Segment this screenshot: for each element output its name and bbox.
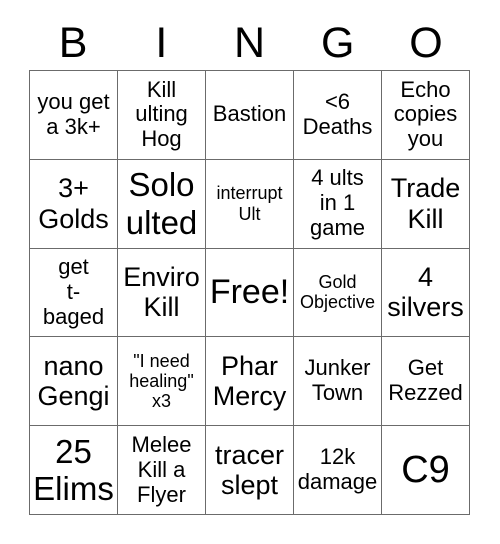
- bingo-cell-label: 3+ Golds: [38, 173, 109, 234]
- bingo-card: B I N G O you get a 3k+ Kill ulting Hog …: [0, 0, 500, 544]
- bingo-cell-label: Free!: [209, 273, 290, 312]
- bingo-cell-i3[interactable]: Enviro Kill: [118, 248, 206, 338]
- bingo-header-letter-i: I: [155, 18, 168, 67]
- bingo-cell-label: Enviro Kill: [123, 261, 200, 323]
- bingo-cell-label: nano Gengi: [37, 350, 110, 412]
- bingo-header-letter-g: G: [320, 18, 355, 67]
- bingo-cell-label: get t- baged: [42, 254, 105, 329]
- bingo-cell-n1[interactable]: Bastion: [206, 71, 294, 160]
- bingo-cell-g4[interactable]: Junker Town: [294, 337, 382, 427]
- bingo-cell-b5[interactable]: 25 Elims: [30, 426, 118, 515]
- bingo-cell-o2[interactable]: Trade Kill: [382, 159, 470, 249]
- bingo-cell-o4[interactable]: Get Rezzed: [382, 337, 470, 427]
- bingo-cell-label: Kill ulting Hog: [135, 76, 188, 152]
- bingo-cell-label: interrupt Ult: [216, 183, 283, 224]
- bingo-cell-g1[interactable]: <6 Deaths: [294, 71, 382, 160]
- bingo-cell-i5[interactable]: Melee Kill a Flyer: [118, 426, 206, 515]
- bingo-cell-label: Solo ulted: [125, 166, 198, 241]
- bingo-cell-b4[interactable]: nano Gengi: [30, 337, 118, 427]
- bingo-cell-b1[interactable]: you get a 3k+: [30, 71, 118, 160]
- bingo-cell-label: 25 Elims: [33, 432, 114, 508]
- bingo-grid: you get a 3k+ Kill ulting Hog Bastion <6…: [29, 70, 470, 515]
- bingo-cell-b3[interactable]: get t- baged: [30, 248, 118, 338]
- bingo-cell-n2[interactable]: interrupt Ult: [206, 159, 294, 249]
- bingo-cell-label: 12k damage: [297, 444, 378, 495]
- bingo-cell-label: "I need healing" x3: [129, 350, 194, 412]
- bingo-cell-label: Trade Kill: [390, 173, 461, 234]
- bingo-cell-label: Get Rezzed: [388, 355, 463, 406]
- bingo-cell-label: tracer slept: [214, 439, 285, 501]
- bingo-cell-label: 4 silvers: [387, 261, 464, 323]
- bingo-header-letter-o: O: [409, 18, 443, 67]
- bingo-cell-g5[interactable]: 12k damage: [294, 426, 382, 515]
- bingo-cell-label: Melee Kill a Flyer: [131, 431, 192, 507]
- bingo-cell-label: Echo copies you: [393, 76, 458, 152]
- bingo-cell-n4[interactable]: Phar Mercy: [206, 337, 294, 427]
- bingo-cell-g2[interactable]: 4 ults in 1 game: [294, 159, 382, 249]
- bingo-cell-n5[interactable]: tracer slept: [206, 426, 294, 515]
- bingo-cell-label: C9: [401, 448, 450, 491]
- bingo-cell-o5[interactable]: C9: [382, 426, 470, 515]
- bingo-cell-label: <6 Deaths: [302, 89, 373, 139]
- bingo-cell-label: 4 ults in 1 game: [309, 165, 366, 241]
- bingo-cell-i2[interactable]: Solo ulted: [118, 159, 206, 249]
- bingo-cell-i1[interactable]: Kill ulting Hog: [118, 71, 206, 160]
- bingo-cell-label: Phar Mercy: [212, 350, 287, 412]
- bingo-header-letter-n: N: [233, 18, 266, 67]
- bingo-cell-label: Gold Objective: [299, 272, 376, 313]
- bingo-cell-g3[interactable]: Gold Objective: [294, 248, 382, 338]
- bingo-cell-o3[interactable]: 4 silvers: [382, 248, 470, 338]
- bingo-header-letter-b: B: [58, 18, 88, 67]
- bingo-cell-i4[interactable]: "I need healing" x3: [118, 337, 206, 427]
- bingo-cell-label: Bastion: [212, 101, 287, 127]
- bingo-cell-b2[interactable]: 3+ Golds: [30, 159, 118, 249]
- bingo-cell-label: Junker Town: [304, 355, 371, 406]
- bingo-cell-label: you get a 3k+: [37, 89, 110, 139]
- bingo-header: B I N G O: [29, 16, 470, 70]
- bingo-cell-free-space[interactable]: Free!: [206, 248, 294, 338]
- bingo-cell-o1[interactable]: Echo copies you: [382, 71, 470, 160]
